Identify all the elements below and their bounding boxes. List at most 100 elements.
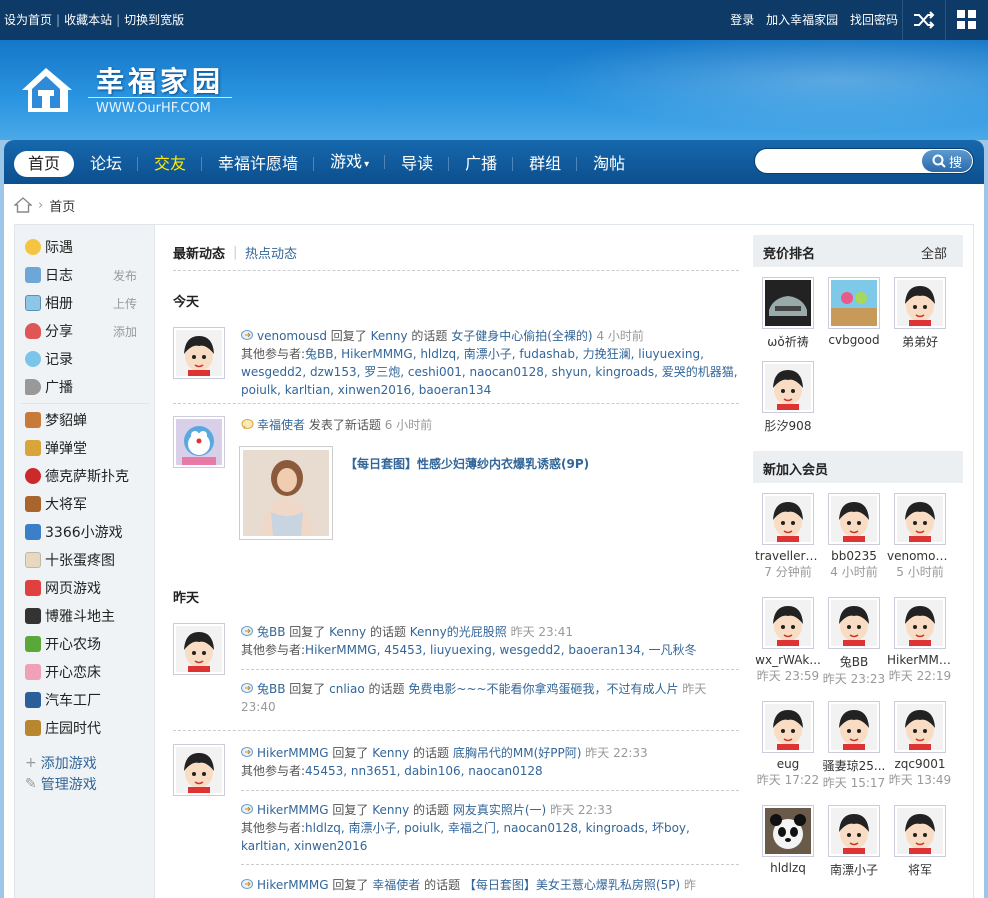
avatar[interactable] bbox=[173, 416, 225, 468]
forgot-password-link[interactable]: 找回密码 bbox=[850, 13, 898, 27]
game-item[interactable]: 大将军 bbox=[25, 494, 87, 514]
user-link[interactable]: venomousd bbox=[257, 329, 327, 343]
new-member[interactable]: hldlzq bbox=[755, 805, 821, 875]
search-input[interactable]: 搜 bbox=[754, 148, 974, 174]
sidebar-item-blog[interactable]: 日志 发布 bbox=[25, 265, 149, 285]
sidebar-item-encounter[interactable]: 际遇 bbox=[25, 237, 73, 257]
game-item[interactable]: 博雅斗地主 bbox=[25, 606, 115, 626]
topic-link[interactable]: 免费电影~~~不能看你拿鸡蛋砸我，不过有成人片 bbox=[408, 682, 678, 696]
login-link[interactable]: 登录 bbox=[730, 13, 754, 27]
album-upload-link[interactable]: 上传 bbox=[113, 295, 137, 312]
post-thumbnail[interactable] bbox=[239, 446, 333, 540]
home-icon[interactable] bbox=[14, 197, 32, 213]
nav-broadcast[interactable]: 广播 bbox=[449, 151, 514, 177]
game-item[interactable]: 开心农场 bbox=[25, 634, 101, 654]
bookmark-link[interactable]: 收藏本站 bbox=[64, 13, 112, 27]
new-member[interactable]: eug 昨天 17:22 bbox=[755, 701, 821, 788]
user-link[interactable]: Kenny bbox=[329, 625, 366, 639]
default-avatar-image bbox=[765, 496, 811, 542]
blog-publish-link[interactable]: 发布 bbox=[113, 267, 137, 284]
ranking-member[interactable]: 弟弟好 bbox=[887, 277, 953, 350]
user-link[interactable]: 幸福使者 bbox=[372, 878, 420, 892]
topic-link[interactable]: 网友真实照片(一) bbox=[453, 803, 546, 817]
nav-groups[interactable]: 群组 bbox=[513, 151, 578, 177]
ranking-member[interactable]: 肜汐908 bbox=[755, 361, 821, 434]
user-link[interactable]: Kenny bbox=[372, 803, 409, 817]
participants-links[interactable]: 45453, nn3651, dabin106, naocan0128 bbox=[305, 764, 543, 778]
new-member[interactable]: HikerMMMG 昨天 22:19 bbox=[887, 597, 953, 684]
share-add-link[interactable]: 添加 bbox=[113, 323, 137, 340]
register-link[interactable]: 加入幸福家园 bbox=[766, 13, 838, 27]
sidebar-item-share[interactable]: 分享 添加 bbox=[25, 321, 149, 341]
avatar bbox=[828, 805, 880, 857]
sidebar-item-album[interactable]: 相册 上传 bbox=[25, 293, 149, 313]
new-member[interactable]: zqc9001 昨天 13:49 bbox=[887, 701, 953, 788]
wide-layout-link[interactable]: 切换到宽版 bbox=[124, 13, 184, 27]
new-member[interactable]: 南漂小子 bbox=[821, 805, 887, 878]
topic-link[interactable]: 女子健身中心偷拍(全裸的) bbox=[451, 329, 592, 343]
new-member[interactable]: traveller128 7 分钟前 bbox=[755, 493, 821, 580]
ranking-member[interactable]: ωǒ祈祷 bbox=[755, 277, 821, 350]
game-item[interactable]: 梦貂蝉 bbox=[25, 410, 87, 430]
nav-forum[interactable]: 论坛 bbox=[74, 151, 139, 177]
user-link[interactable]: 幸福使者 bbox=[257, 418, 305, 432]
game-item[interactable]: 开心恋床 bbox=[25, 662, 101, 682]
user-link[interactable]: HikerMMMG bbox=[257, 803, 329, 817]
join-time: 7 分钟前 bbox=[764, 565, 812, 579]
new-member[interactable]: 将军 bbox=[887, 805, 953, 878]
new-member[interactable]: venomousd 5 小时前 bbox=[887, 493, 953, 580]
avatar[interactable] bbox=[173, 744, 225, 796]
game-item[interactable]: 德克萨斯扑克 bbox=[25, 466, 129, 486]
game-item[interactable]: 庄园时代 bbox=[25, 718, 101, 738]
participants-links[interactable]: hldlzq, 南漂小子, poiulk, 幸福之门, naocan0128, … bbox=[241, 821, 690, 853]
ranking-member[interactable]: cvbgood bbox=[821, 277, 887, 347]
new-member[interactable]: bb0235 4 小时前 bbox=[821, 493, 887, 580]
tab-latest[interactable]: 最新动态 bbox=[173, 243, 225, 262]
nav-wish-wall[interactable]: 幸福许愿墙 bbox=[202, 151, 315, 177]
nav-collections[interactable]: 淘帖 bbox=[577, 151, 641, 177]
new-member[interactable]: 兔BB 昨天 23:23 bbox=[821, 597, 887, 687]
member-name: eug bbox=[776, 757, 800, 771]
user-link[interactable]: Kenny bbox=[371, 329, 408, 343]
post-title-link[interactable]: 【每日套图】性感少妇薄纱内衣爆乳诱惑(9P) bbox=[345, 455, 589, 472]
new-member[interactable]: 骚妻琼25... 昨天 15:17 bbox=[821, 701, 887, 791]
nav-games[interactable]: 游戏 ▾ bbox=[314, 149, 386, 178]
shuffle-button[interactable] bbox=[902, 0, 945, 40]
nav-dating[interactable]: 交友 bbox=[138, 151, 203, 177]
add-game-link[interactable]: + 添加游戏 bbox=[25, 753, 97, 773]
search-button[interactable]: 搜 bbox=[922, 150, 972, 172]
member-name: 南漂小子 bbox=[829, 863, 878, 877]
tab-hot[interactable]: 热点动态 bbox=[245, 243, 297, 262]
user-link[interactable]: cnliao bbox=[329, 682, 365, 696]
nav-guide[interactable]: 导读 bbox=[385, 151, 450, 177]
ranking-all-link[interactable]: 全部 bbox=[921, 243, 947, 262]
app-grid-button[interactable] bbox=[945, 0, 988, 40]
game-item[interactable]: 十张蛋疼图 bbox=[25, 550, 115, 570]
game-item[interactable]: 弹弹堂 bbox=[25, 438, 87, 458]
user-link[interactable]: 兔BB bbox=[257, 625, 285, 639]
user-link[interactable]: 兔BB bbox=[257, 682, 285, 696]
game-item[interactable]: 3366小游戏 bbox=[25, 522, 123, 542]
topic-link[interactable]: Kenny的光屁股照 bbox=[410, 625, 507, 639]
join-time: 4 小时前 bbox=[830, 565, 878, 579]
set-homepage-link[interactable]: 设为首页 bbox=[4, 13, 52, 27]
game-item[interactable]: 汽车工厂 bbox=[25, 690, 101, 710]
topic-link[interactable]: 底胸吊代的MM(好PP阿) bbox=[453, 746, 582, 760]
participants-links[interactable]: 兔BB, HikerMMMG, hldlzq, 南漂小子, fudashab, … bbox=[241, 347, 738, 397]
nav-home[interactable]: 首页 bbox=[14, 150, 75, 177]
user-link[interactable]: HikerMMMG bbox=[257, 878, 329, 892]
game-item[interactable]: 网页游戏 bbox=[25, 578, 101, 598]
avatar[interactable] bbox=[173, 327, 225, 379]
sidebar-item-records[interactable]: 记录 bbox=[25, 349, 73, 369]
house-logo-icon[interactable] bbox=[18, 64, 74, 116]
sidebar-item-broadcast[interactable]: 广播 bbox=[25, 377, 73, 397]
topic-link[interactable]: 【每日套图】美女王薏心爆乳私房照(5P) bbox=[464, 878, 680, 892]
manage-game-link[interactable]: ✎ 管理游戏 bbox=[25, 774, 97, 794]
avatar[interactable] bbox=[173, 623, 225, 675]
participants-links[interactable]: HikerMMMG, 45453, liuyuexing, wesgedd2, … bbox=[305, 643, 697, 657]
user-link[interactable]: HikerMMMG bbox=[257, 746, 329, 760]
user-link[interactable]: Kenny bbox=[372, 746, 409, 760]
chevron-right-icon: › bbox=[38, 197, 44, 213]
new-member[interactable]: wx_rWAk... 昨天 23:59 bbox=[755, 597, 821, 684]
site-title[interactable]: 幸福家园 bbox=[96, 60, 224, 100]
